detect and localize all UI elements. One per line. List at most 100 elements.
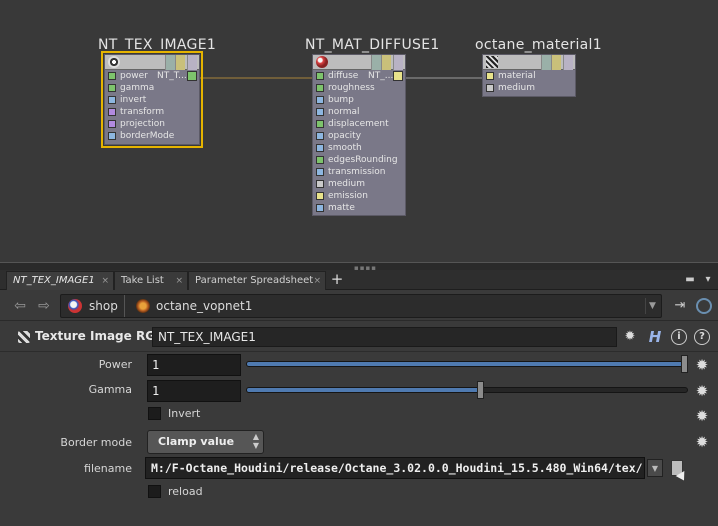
breadcrumb-shop[interactable]: shop [89, 295, 118, 317]
pin-icon[interactable] [108, 84, 116, 92]
file-browse-icon[interactable] [671, 460, 683, 476]
pane-splitter[interactable]: ▪▪▪▪ [0, 262, 718, 272]
node-name-field[interactable]: NT_TEX_IMAGE1 [152, 327, 617, 347]
gear-icon[interactable]: ✹ [694, 357, 710, 373]
input-pin-row[interactable]: transform [105, 106, 199, 118]
node-flag[interactable] [381, 55, 391, 70]
pin-icon[interactable] [316, 72, 324, 80]
pane-maximize-icon[interactable]: ▬ [684, 274, 696, 286]
pin-label: roughness [328, 83, 375, 93]
pin-icon[interactable] [316, 180, 324, 188]
node-flag[interactable] [371, 55, 381, 70]
tab-nt-tex-image[interactable]: NT_TEX_IMAGE1 × [6, 271, 114, 290]
output-pin-icon[interactable] [393, 71, 403, 81]
input-pin-row[interactable]: bump [313, 94, 405, 106]
node-mat-diffuse[interactable]: diffuse NT_... roughness bump normal disp… [312, 54, 406, 216]
breadcrumb-octane-vopnet[interactable]: octane_vopnet1 [156, 295, 252, 317]
node-tex-image[interactable]: power NT_T... gamma invert transform proj… [101, 51, 203, 148]
forward-arrow-icon[interactable]: ⇨ [36, 298, 52, 314]
pin-icon[interactable] [108, 108, 116, 116]
pin-icon[interactable]: ⇥ [671, 297, 689, 315]
close-icon[interactable]: × [313, 272, 321, 290]
input-pin-row[interactable]: roughness [313, 82, 405, 94]
gear-icon[interactable]: ✹ [694, 434, 710, 450]
help-icon[interactable]: ? [694, 329, 710, 345]
pin-icon[interactable] [316, 96, 324, 104]
pin-icon[interactable] [108, 120, 116, 128]
close-icon[interactable]: × [175, 272, 183, 290]
close-icon[interactable]: × [101, 272, 109, 290]
pin-icon[interactable] [108, 132, 116, 140]
gear-icon[interactable]: ✹ [621, 328, 639, 346]
node-flag[interactable] [541, 55, 551, 70]
pin-icon[interactable] [108, 72, 116, 80]
link-target-icon[interactable] [696, 298, 712, 314]
chevron-down-icon[interactable]: ▼ [647, 459, 663, 477]
node-flag[interactable] [393, 55, 403, 70]
input-pin-row[interactable]: gamma [105, 82, 199, 94]
input-pin-row[interactable]: diffuse NT_... [313, 70, 405, 82]
node-flag[interactable] [563, 55, 573, 70]
pin-icon[interactable] [316, 156, 324, 164]
input-pin-row[interactable]: normal [313, 106, 405, 118]
info-icon[interactable]: i [671, 329, 687, 345]
output-pin-icon[interactable] [187, 71, 197, 81]
gamma-field[interactable]: 1 [147, 380, 241, 402]
texture-node-icon [108, 56, 120, 68]
input-pin-row[interactable]: matte [313, 202, 405, 214]
chevron-down-icon[interactable]: ▼ [645, 298, 659, 314]
node-flag[interactable] [551, 55, 561, 70]
pin-icon[interactable] [316, 132, 324, 140]
invert-checkbox[interactable] [148, 407, 161, 420]
gear-icon[interactable]: ✹ [694, 383, 710, 399]
input-pin-row[interactable]: emission [313, 190, 405, 202]
input-pin-row[interactable]: smooth [313, 142, 405, 154]
gamma-slider[interactable] [246, 387, 688, 393]
tab-parameter-spreadsheet[interactable]: Parameter Spreadsheet × [188, 271, 326, 290]
power-field[interactable]: 1 [147, 354, 241, 376]
input-pin-row[interactable]: invert [105, 94, 199, 106]
back-arrow-icon[interactable]: ⇦ [12, 298, 28, 314]
pin-icon[interactable] [316, 144, 324, 152]
material-node-icon [316, 56, 328, 68]
houdini-help-icon[interactable]: H [646, 328, 664, 346]
pin-label: borderMode [120, 131, 175, 141]
pin-label: matte [328, 203, 355, 213]
pane-menu-icon[interactable]: ▾ [702, 274, 714, 286]
pin-icon[interactable] [486, 84, 494, 92]
gamma-slider-handle[interactable] [477, 381, 484, 399]
input-pin-row[interactable]: transmission [313, 166, 405, 178]
pin-icon[interactable] [316, 120, 324, 128]
input-pin-row[interactable]: material [483, 70, 575, 82]
pin-label: emission [328, 191, 368, 201]
power-slider[interactable] [246, 361, 688, 367]
network-editor[interactable]: NT_TEX_IMAGE1 power NT_T... gamma invert … [0, 0, 718, 262]
pin-icon[interactable] [316, 204, 324, 212]
pin-icon[interactable] [316, 84, 324, 92]
input-pin-row[interactable]: medium [313, 178, 405, 190]
input-pin-row[interactable]: borderMode [105, 130, 199, 142]
gear-icon[interactable]: ✹ [694, 408, 710, 424]
node-flag[interactable] [165, 55, 175, 70]
node-octane-material[interactable]: material medium [482, 54, 576, 97]
power-slider-handle[interactable] [681, 355, 688, 373]
border-mode-select[interactable]: Clamp value ▲ ▼ [147, 430, 264, 454]
pin-icon[interactable] [486, 72, 494, 80]
pin-icon[interactable] [108, 96, 116, 104]
tab-take-list[interactable]: Take List × [114, 271, 188, 290]
node-flag[interactable] [187, 55, 197, 70]
pin-icon[interactable] [316, 168, 324, 176]
input-pin-row[interactable]: power NT_T... [105, 70, 199, 82]
pin-icon[interactable] [316, 192, 324, 200]
input-pin-row[interactable]: opacity [313, 130, 405, 142]
input-pin-row[interactable]: displacement [313, 118, 405, 130]
add-tab-icon[interactable]: + [330, 270, 344, 290]
input-pin-row[interactable]: edgesRounding [313, 154, 405, 166]
filename-field[interactable]: M:/F-Octane_Houdini/release/Octane_3.02.… [145, 457, 645, 479]
pin-label: projection [120, 119, 165, 129]
node-flag[interactable] [175, 55, 185, 70]
input-pin-row[interactable]: projection [105, 118, 199, 130]
input-pin-row[interactable]: medium [483, 82, 575, 94]
pin-icon[interactable] [316, 108, 324, 116]
reload-checkbox[interactable] [148, 485, 161, 498]
